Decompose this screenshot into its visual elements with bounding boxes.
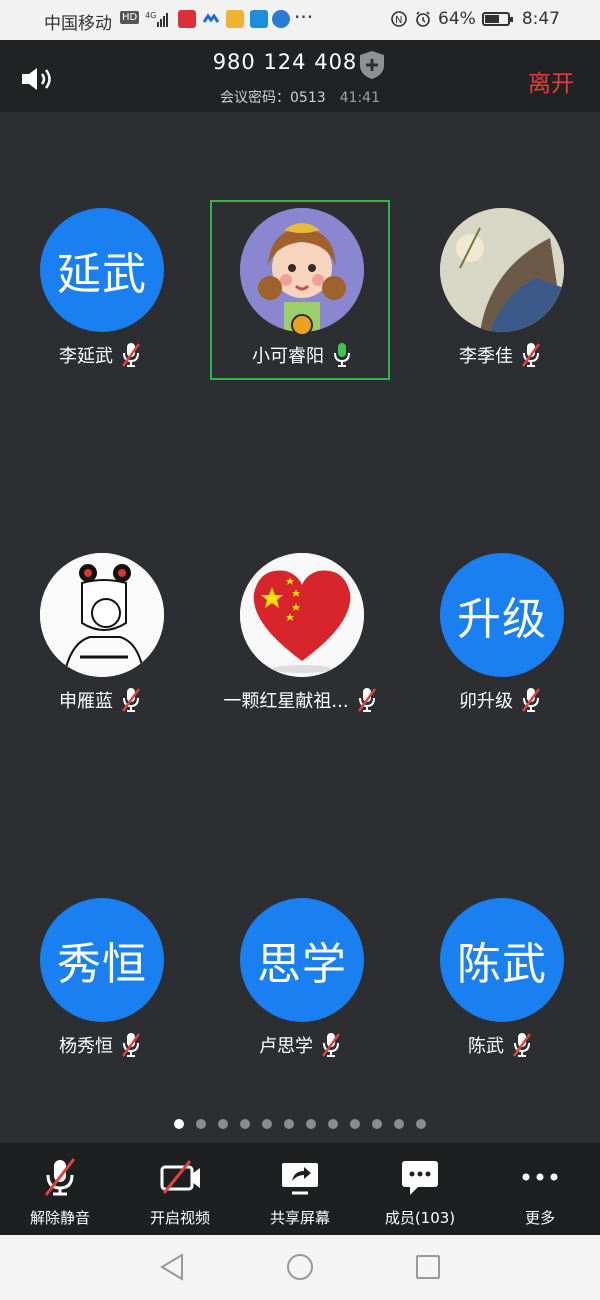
active-mic-icon <box>334 343 350 367</box>
page-dot[interactable] <box>394 1119 404 1129</box>
avatar: 升级 <box>440 553 564 677</box>
share-screen-label: 共享屏幕 <box>269 1209 330 1227</box>
leave-button[interactable]: 离开 <box>528 64 574 98</box>
avatar-heart-flag <box>240 553 364 677</box>
meeting-id[interactable]: 980 124 408 <box>0 50 580 74</box>
avatar: 陈武 <box>440 898 564 1022</box>
host-badge-icon <box>291 314 313 336</box>
participant-name: 小可睿阳 <box>252 346 324 367</box>
clock: 8:47 <box>521 9 560 29</box>
page-dot[interactable] <box>306 1119 316 1129</box>
meeting-toolbar: 解除静音 开启视频 共享屏幕 成员(103) 更多 <box>0 1143 600 1235</box>
nfc-icon: N <box>391 11 407 27</box>
muted-mic-icon <box>122 688 140 712</box>
meeting-password: 会议密码：0513 <box>220 90 326 106</box>
participant-tile[interactable]: 升级 卯升级 <box>410 545 590 725</box>
start-video-label: 开启视频 <box>149 1209 210 1227</box>
page-dot[interactable] <box>174 1119 184 1129</box>
participant-tile[interactable]: 李季佳 <box>410 200 590 380</box>
page-dot[interactable] <box>372 1119 382 1129</box>
video-off-icon <box>160 1160 200 1194</box>
hd-badge: HD <box>120 11 140 24</box>
page-dot[interactable] <box>416 1119 426 1129</box>
avatar-photo <box>440 208 564 332</box>
more-dots-icon <box>522 1173 558 1181</box>
battery-percent: 64% <box>438 9 476 29</box>
status-bar: 中国移动 HD 4G ··· N 64% 8:47 <box>0 0 600 40</box>
share-screen-icon <box>282 1163 318 1195</box>
participant-name: 杨秀恒 <box>59 1036 113 1057</box>
more-button[interactable]: 更多 <box>480 1143 600 1235</box>
system-nav-bar <box>0 1235 600 1300</box>
participant-name: 卢思学 <box>259 1036 313 1057</box>
participant-name: 李延武 <box>59 346 113 367</box>
security-shield-icon[interactable] <box>358 50 386 80</box>
page-dot[interactable] <box>240 1119 250 1129</box>
meeting-duration: 41:41 <box>339 90 380 106</box>
page-indicator[interactable] <box>0 1119 600 1129</box>
muted-mic-icon <box>522 343 540 367</box>
participant-name: 一颗红星献祖... <box>223 691 349 712</box>
participant-name: 陈武 <box>468 1036 504 1057</box>
members-chat-icon <box>402 1161 438 1195</box>
page-dot[interactable] <box>218 1119 228 1129</box>
members-button[interactable]: 成员(103) <box>360 1143 480 1235</box>
page-dot[interactable] <box>262 1119 272 1129</box>
battery-icon <box>481 12 513 26</box>
start-video-button[interactable]: 开启视频 <box>120 1143 240 1235</box>
more-notifications-icon: ··· <box>294 5 314 29</box>
app-notification-icon <box>202 10 220 28</box>
avatar: 秀恒 <box>40 898 164 1022</box>
muted-mic-icon <box>122 343 140 367</box>
page-dot[interactable] <box>328 1119 338 1129</box>
participant-tile[interactable]: 思学 卢思学 <box>210 890 390 1070</box>
avatar: 思学 <box>240 898 364 1022</box>
network-type: 4G <box>145 11 156 20</box>
page-dot[interactable] <box>196 1119 206 1129</box>
svg-text:N: N <box>395 15 402 26</box>
participant-tile[interactable]: 申雁蓝 <box>10 545 190 725</box>
participant-name: 卯升级 <box>459 691 513 712</box>
muted-mic-icon <box>44 1158 76 1196</box>
page-dot[interactable] <box>284 1119 294 1129</box>
muted-mic-icon <box>357 688 376 712</box>
participant-tile[interactable]: 延武 李延武 <box>10 200 190 380</box>
participant-tile[interactable]: 陈武 陈武 <box>410 890 590 1070</box>
app-notification-icon-2 <box>250 10 268 28</box>
meeting-password-line: 会议密码：0513 41:41 <box>0 87 600 107</box>
unmute-label: 解除静音 <box>29 1209 90 1227</box>
participant-tile[interactable]: 一颗红星献祖... <box>210 545 390 725</box>
avatar-initials: 陈武 <box>457 939 547 990</box>
muted-mic-icon <box>322 1033 340 1057</box>
more-label: 更多 <box>524 1209 555 1227</box>
avatar-sketch <box>40 553 164 677</box>
page-dot[interactable] <box>350 1119 360 1129</box>
participant-tile-active-speaker[interactable]: 小可睿阳 <box>210 200 390 380</box>
share-screen-button[interactable]: 共享屏幕 <box>240 1143 360 1235</box>
back-nav-icon[interactable] <box>158 1252 186 1282</box>
meeting-header: 980 124 408 会议密码：0513 41:41 离开 <box>0 40 600 112</box>
avatar-initials: 秀恒 <box>57 939 147 990</box>
muted-mic-icon <box>122 1033 140 1057</box>
participant-name: 申雁蓝 <box>59 691 113 712</box>
browser-notification-icon <box>272 10 290 28</box>
home-nav-icon[interactable] <box>285 1252 315 1282</box>
avatar-initials: 延武 <box>57 249 147 300</box>
unmute-button[interactable]: 解除静音 <box>0 1143 120 1235</box>
status-right: N 64% 8:47 <box>390 9 560 29</box>
members-label: 成员(103) <box>384 1209 456 1227</box>
avatar-initials: 升级 <box>457 594 547 645</box>
alarm-icon <box>416 11 430 27</box>
avatar-initials: 思学 <box>257 939 347 990</box>
recents-nav-icon[interactable] <box>414 1252 442 1282</box>
mail-notification-icon <box>226 10 244 28</box>
mic-notification-icon <box>178 10 196 28</box>
carrier-name: 中国移动 <box>44 14 112 34</box>
participant-name: 李季佳 <box>459 346 513 367</box>
muted-mic-icon <box>522 688 540 712</box>
avatar: 延武 <box>40 208 164 332</box>
muted-mic-icon <box>513 1033 531 1057</box>
signal-icon: 4G <box>145 10 171 32</box>
participant-tile[interactable]: 秀恒 杨秀恒 <box>10 890 190 1070</box>
